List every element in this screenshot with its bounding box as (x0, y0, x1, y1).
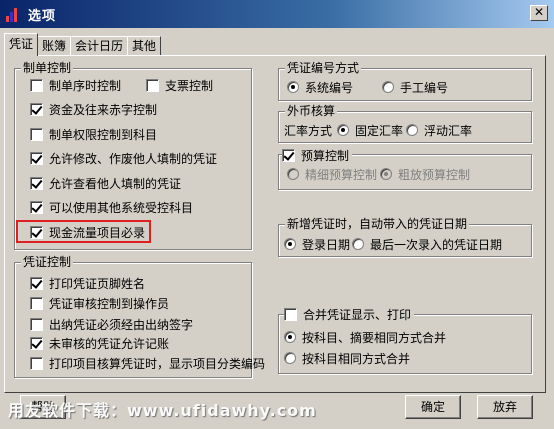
checkbox-label: 制单序时控制 (49, 78, 122, 93)
checkbox-label: 出纳凭证必须经由出纳签字 (49, 317, 194, 332)
checkbox-box[interactable] (30, 151, 43, 165)
group-title: 外币核算 (285, 104, 338, 118)
radio-button[interactable] (382, 81, 394, 93)
checkbox-box[interactable] (282, 148, 295, 162)
radio-kemu-zhaiyao[interactable]: 按科目、摘要相同方式合并 (284, 328, 446, 346)
watermark-text: 用友软件下载：www.ufidawhy.com (8, 401, 317, 420)
checkbox-box[interactable] (30, 317, 43, 331)
label-text: 汇率方式 (284, 123, 333, 138)
radio-label: 登录日期 (302, 237, 351, 252)
radio-button[interactable] (287, 168, 299, 180)
checkbox-quanxian[interactable]: 制单权限控制到科目 (30, 125, 157, 143)
radio-xitong-bianhao[interactable]: 系统编号 (287, 78, 353, 96)
radio-label: 按科目相同方式合并 (302, 351, 411, 366)
checkbox-label: 允许修改、作废他人填制的凭证 (49, 151, 218, 166)
radio-cufang-yusuan[interactable]: 粗放预算控制 (380, 165, 470, 183)
group-title: 凭证控制 (21, 255, 74, 269)
checkbox-xiugai[interactable]: 允许修改、作废他人填制的凭证 (30, 149, 217, 167)
checkbox-jizhang[interactable]: 未审核的凭证允许记账 (30, 334, 169, 352)
tab-pingzheng[interactable]: 凭证 (4, 33, 39, 56)
checkbox-zhipiao[interactable]: 支票控制 (146, 76, 213, 94)
group-title: 制单控制 (21, 61, 74, 75)
checkbox-label: 凭证审核控制到操作员 (49, 296, 170, 311)
checkbox-label: 未审核的凭证允许记账 (49, 336, 170, 351)
checkbox-box[interactable] (30, 102, 43, 116)
title-bar: 选项 ✕ (0, 0, 554, 28)
radio-label: 系统编号 (305, 80, 354, 95)
checkbox-label: 资金及往来赤字控制 (49, 102, 158, 117)
close-button[interactable]: ✕ (530, 5, 548, 21)
checkbox-zhidan-xushi[interactable]: 制单序时控制 (30, 76, 121, 94)
radio-label: 固定汇率 (355, 123, 404, 138)
radio-jingxi-yusuan[interactable]: 精细预算控制 (287, 165, 377, 183)
radio-denglu-riqi[interactable]: 登录日期 (284, 235, 350, 253)
checkbox-label: 预算控制 (301, 148, 350, 163)
checkbox-shenhe[interactable]: 凭证审核控制到操作员 (30, 294, 169, 312)
radio-button[interactable] (287, 81, 299, 93)
checkbox-box[interactable] (30, 127, 43, 141)
checkbox-box[interactable] (30, 78, 43, 92)
radio-button[interactable] (406, 124, 418, 136)
radio-label: 最后一次录入的凭证日期 (370, 237, 503, 252)
checkbox-chizi[interactable]: 资金及往来赤字控制 (30, 100, 157, 118)
tab-qita[interactable]: 其他 (127, 36, 162, 56)
radio-shougong-bianhao[interactable]: 手工编号 (382, 78, 448, 96)
group-title: 新增凭证时，自动带入的凭证日期 (285, 217, 470, 231)
checkbox-box[interactable] (30, 176, 43, 190)
radio-button[interactable] (337, 124, 349, 136)
checkbox-xiangmu[interactable]: 打印项目核算凭证时，显示项目分类编码 (30, 354, 265, 372)
radio-fudong-huilv[interactable]: 浮动汇率 (406, 121, 472, 139)
ok-button[interactable]: 确定 (405, 395, 461, 419)
radio-button[interactable] (284, 238, 296, 250)
checkbox-label: 打印凭证页脚姓名 (49, 276, 146, 291)
radio-button[interactable] (284, 331, 296, 343)
radio-label: 粗放预算控制 (398, 167, 471, 182)
checkbox-shoukong[interactable]: 可以使用其他系统受控科目 (30, 198, 193, 216)
checkbox-label: 制单权限控制到科目 (49, 127, 158, 142)
checkbox-yusuan[interactable]: 预算控制 (282, 146, 353, 164)
cancel-button[interactable]: 放弃 (477, 395, 533, 419)
checkbox-label: 打印项目核算凭证时，显示项目分类编码 (49, 356, 266, 371)
radio-button[interactable] (352, 238, 364, 250)
checkbox-yejiao[interactable]: 打印凭证页脚姓名 (30, 274, 145, 292)
radio-button[interactable] (284, 352, 296, 364)
radio-label: 精细预算控制 (305, 167, 378, 182)
checkbox-box[interactable] (30, 336, 43, 350)
window-title: 选项 (28, 8, 57, 24)
checkbox-box[interactable] (30, 356, 43, 370)
checkbox-box[interactable] (30, 276, 43, 290)
close-icon: ✕ (533, 5, 545, 19)
radio-label: 手工编号 (400, 80, 449, 95)
checkbox-label: 合并凭证显示、打印 (303, 307, 412, 322)
radio-label: 按科目、摘要相同方式合并 (302, 330, 447, 345)
group-title: 凭证编号方式 (285, 61, 362, 75)
checkbox-box[interactable] (30, 200, 43, 214)
radio-guding-huilv[interactable]: 固定汇率 (337, 121, 403, 139)
checkbox-chakan[interactable]: 允许查看他人填制的凭证 (30, 174, 181, 192)
app-icon (6, 6, 20, 22)
tab-zhangbu[interactable]: 账簿 (37, 36, 72, 56)
radio-kemu-xiangtong[interactable]: 按科目相同方式合并 (284, 349, 410, 367)
tab-kuaiji-rili[interactable]: 会计日历 (70, 36, 129, 56)
checkbox-label: 支票控制 (165, 78, 214, 93)
radio-button[interactable] (380, 168, 392, 180)
checkbox-label: 可以使用其他系统受控科目 (49, 200, 194, 215)
checkbox-chuna[interactable]: 出纳凭证必须经由出纳签字 (30, 315, 193, 333)
checkbox-box[interactable] (30, 296, 43, 310)
checkbox-label: 允许查看他人填制的凭证 (49, 176, 182, 191)
radio-label: 浮动汇率 (424, 123, 473, 138)
highlight-box (16, 220, 151, 243)
checkbox-box[interactable] (146, 78, 159, 92)
rate-method-label: 汇率方式 (284, 121, 332, 139)
checkbox-box[interactable] (284, 307, 297, 321)
tab-bar: 凭证 账簿 会计日历 其他 (4, 33, 162, 56)
radio-zuihou-riqi[interactable]: 最后一次录入的凭证日期 (352, 235, 502, 253)
checkbox-hebing[interactable]: 合并凭证显示、打印 (284, 305, 415, 323)
